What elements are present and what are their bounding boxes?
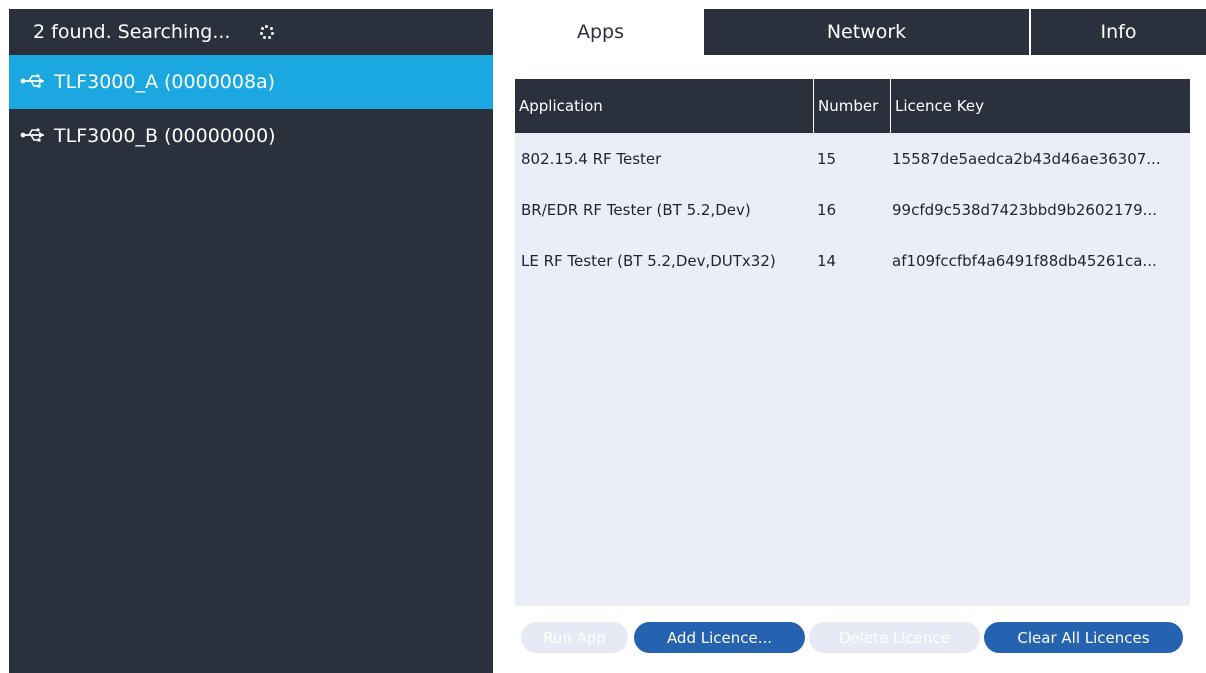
cell-number: 16 (817, 200, 837, 219)
cell-application: 802.15.4 RF Tester (521, 149, 662, 168)
device-item-tlf3000-a[interactable]: TLF3000_A (0000008a) (9, 55, 493, 109)
run-app-button[interactable]: Run App (521, 622, 628, 653)
apps-table: Application Number Licence Key 802.15.4 … (515, 79, 1190, 606)
delete-licence-button[interactable]: Delete Licence (809, 622, 980, 653)
cell-licence-key: af109fccfbf4a6491f88db45261ca... (892, 251, 1157, 270)
column-header-number[interactable]: Number (813, 79, 890, 133)
clear-all-licences-button[interactable]: Clear All Licences (984, 622, 1183, 653)
device-label: TLF3000_B (00000000) (54, 125, 276, 147)
search-status-bar: 2 found. Searching... (9, 9, 493, 55)
device-label: TLF3000_A (0000008a) (54, 71, 276, 93)
column-header-application[interactable]: Application (515, 79, 813, 133)
device-panel: 2 found. Searching... TLF3000_A (0000008… (9, 9, 493, 673)
spinner-icon (260, 25, 275, 39)
tab-network[interactable]: Network (704, 9, 1029, 55)
add-licence-button[interactable]: Add Licence... (634, 622, 805, 653)
usb-icon (20, 128, 44, 142)
table-row[interactable]: LE RF Tester (BT 5.2,Dev,DUTx32) 14 af10… (515, 235, 1190, 286)
usb-icon (20, 74, 44, 88)
cell-application: LE RF Tester (BT 5.2,Dev,DUTx32) (521, 251, 776, 270)
table-row[interactable]: BR/EDR RF Tester (BT 5.2,Dev) 16 99cfd9c… (515, 184, 1190, 235)
tab-info[interactable]: Info (1029, 9, 1206, 55)
device-item-tlf3000-b[interactable]: TLF3000_B (00000000) (9, 109, 493, 163)
table-header: Application Number Licence Key (515, 79, 1190, 133)
cell-application: BR/EDR RF Tester (BT 5.2,Dev) (521, 200, 751, 219)
search-status-text: 2 found. Searching... (33, 21, 231, 43)
cell-number: 14 (817, 251, 837, 270)
cell-licence-key: 15587de5aedca2b43d46ae36307... (892, 149, 1161, 168)
table-row[interactable]: 802.15.4 RF Tester 15 15587de5aedca2b43d… (515, 133, 1190, 184)
cell-licence-key: 99cfd9c538d7423bbd9b2602179... (892, 200, 1157, 219)
cell-number: 15 (817, 149, 837, 168)
tab-apps[interactable]: Apps (497, 9, 704, 55)
column-header-licence-key[interactable]: Licence Key (890, 79, 1190, 133)
